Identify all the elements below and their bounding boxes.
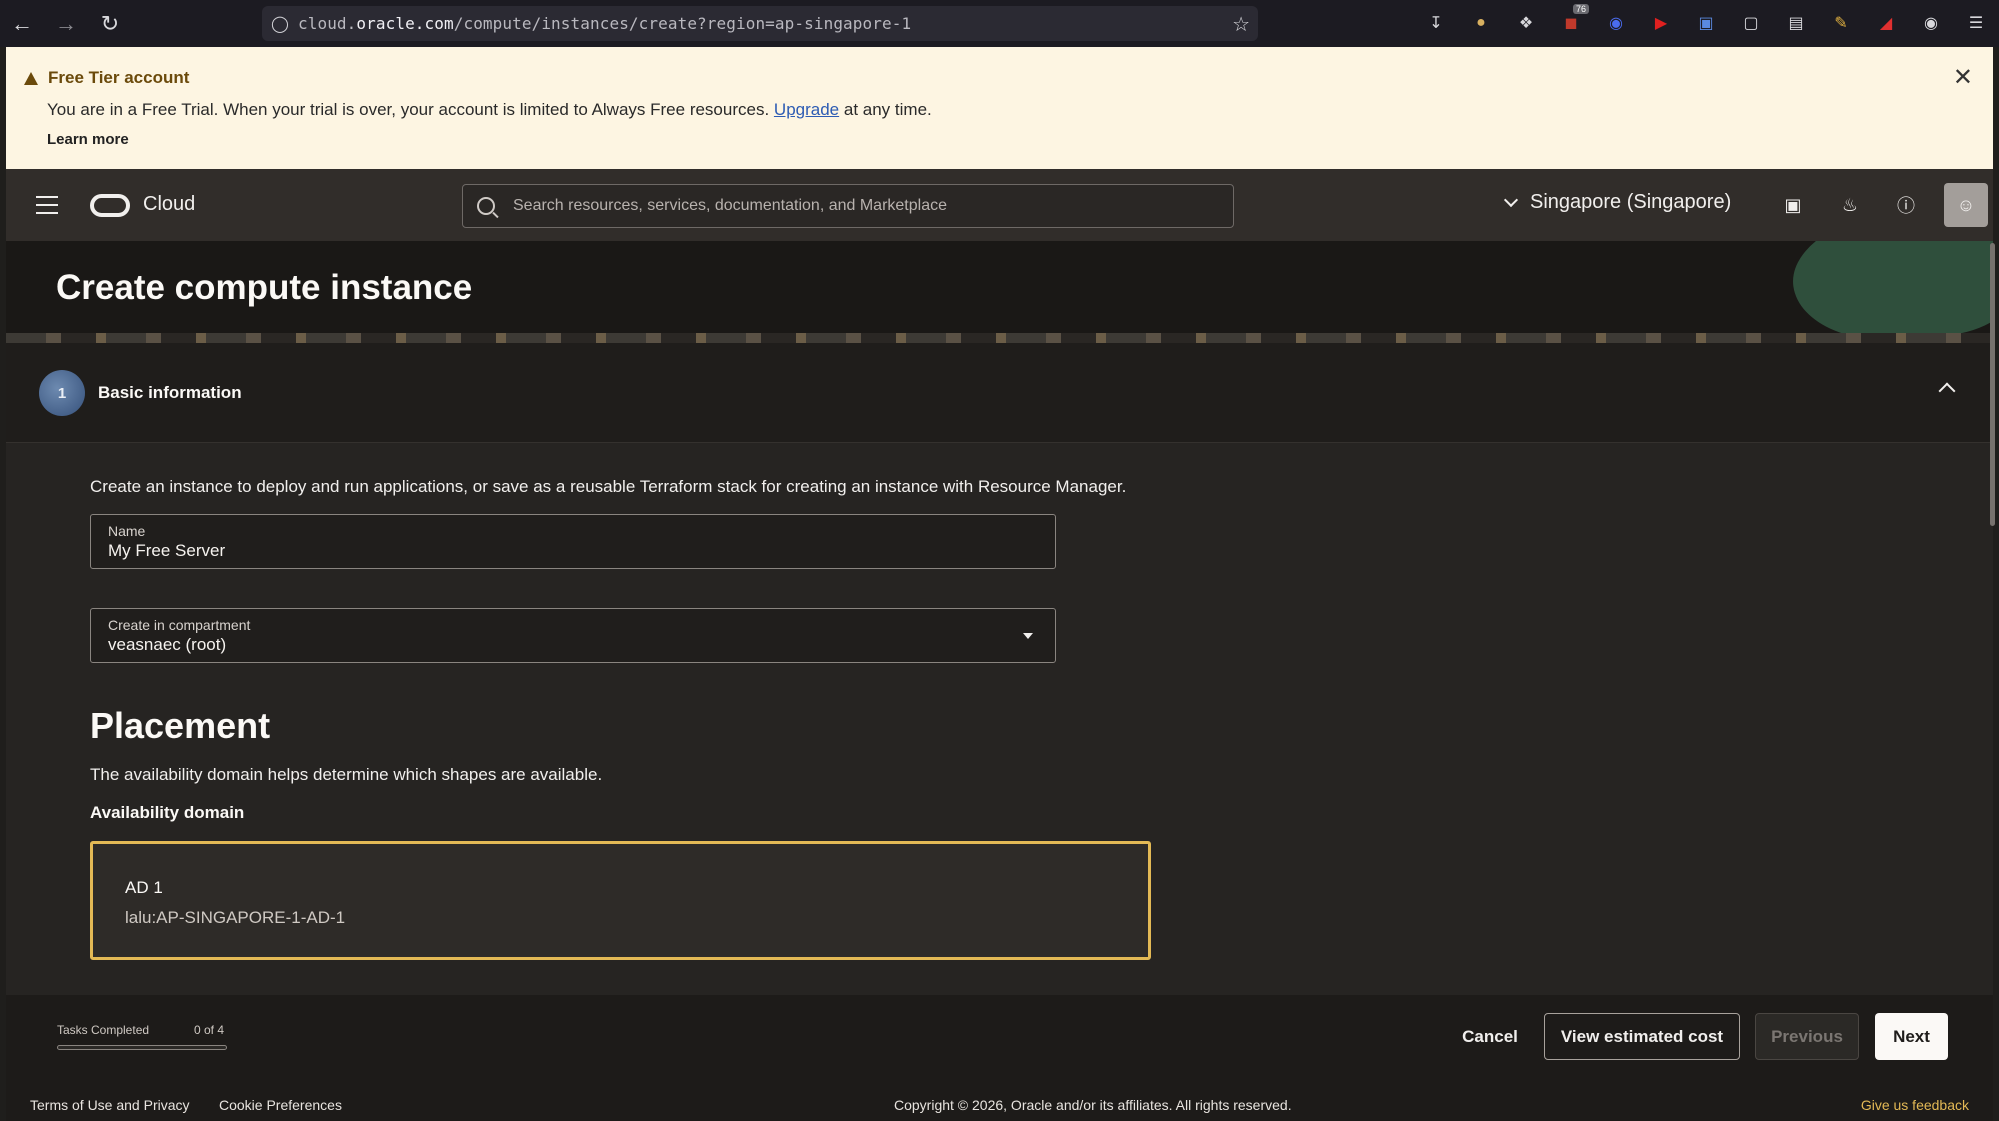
console-header: Cloud Singapore (Singapore) ▣ ♨ ⓘ ☺: [6, 169, 1993, 241]
ext-badge-count: 76: [1572, 4, 1589, 14]
back-icon[interactable]: ←: [0, 0, 44, 47]
warning-icon: [24, 71, 38, 85]
free-tier-banner: Free Tier account You are in a Free Tria…: [6, 47, 1993, 169]
download-icon[interactable]: ↧: [1421, 8, 1451, 38]
banner-text-after: at any time.: [843, 100, 932, 119]
puzzle-icon[interactable]: ❖: [1511, 8, 1541, 38]
decorative-leaf: [1785, 241, 1993, 343]
tasks-progress-bar: [57, 1045, 227, 1050]
placement-heading: Placement: [90, 705, 271, 746]
placement-description: The availability domain helps determine …: [90, 765, 603, 784]
page-scrollbar[interactable]: [1990, 243, 1995, 526]
availability-domain-card[interactable]: AD 1 lalu:AP-SINGAPORE-1-AD-1: [90, 841, 1151, 960]
menu-icon[interactable]: ☰: [1961, 8, 1991, 38]
basic-information-content: Create an instance to deploy and run app…: [6, 443, 1993, 995]
bell-icon[interactable]: ♨: [1836, 191, 1864, 219]
name-label: Name: [108, 523, 146, 539]
shield-icon[interactable]: ◯: [262, 6, 298, 41]
terms-link[interactable]: Terms of Use and Privacy: [30, 1097, 190, 1113]
availability-domain-label: Availability domain: [90, 803, 245, 822]
region-label: Singapore (Singapore): [1530, 191, 1732, 213]
chevron-up-icon[interactable]: [1938, 382, 1956, 400]
upgrade-link[interactable]: Upgrade: [774, 100, 839, 119]
step-badge: 1: [39, 370, 85, 416]
banner-message: You are in a Free Trial. When your trial…: [47, 100, 932, 120]
decorative-pattern: [6, 333, 1993, 343]
forward-icon[interactable]: →: [44, 0, 88, 47]
learn-more-link[interactable]: Learn more: [47, 131, 129, 148]
banner-text-before: You are in a Free Trial. When your trial…: [47, 100, 770, 119]
extension-pen-icon[interactable]: ✎: [1826, 8, 1856, 38]
cookie-preferences-link[interactable]: Cookie Preferences: [219, 1097, 342, 1113]
ad-id: lalu:AP-SINGAPORE-1-AD-1: [125, 908, 346, 927]
ublock-icon[interactable]: ◼ 76: [1556, 4, 1589, 38]
extension-orb-icon[interactable]: ●: [1466, 8, 1496, 38]
name-input[interactable]: My Free Server: [108, 541, 225, 561]
cancel-button[interactable]: Cancel: [1446, 1013, 1534, 1060]
oracle-logo-icon[interactable]: [90, 194, 130, 217]
page-title: Create compute instance: [56, 268, 473, 307]
wizard-action-bar: Tasks Completed 0 of 4 Cancel View estim…: [6, 995, 1993, 1087]
region-selector[interactable]: Singapore (Singapore): [1503, 191, 1732, 214]
compartment-label: Create in compartment: [108, 617, 251, 633]
section-description: Create an instance to deploy and run app…: [90, 477, 1127, 496]
brand-label[interactable]: Cloud: [143, 193, 195, 216]
search-icon: [477, 197, 495, 215]
address-bar[interactable]: ◯ cloud.oracle.com/compute/instances/cre…: [262, 6, 1258, 41]
url-text: cloud.oracle.com/compute/instances/creat…: [298, 14, 912, 33]
next-button[interactable]: Next: [1875, 1013, 1948, 1060]
bookmark-star-icon[interactable]: ☆: [1232, 12, 1250, 37]
extensions-row: ↧ ● ❖ ◼ 76 ◉ ▶ ▣ ▢ ▤ ✎ ◢ ◉ ☰: [1421, 4, 1991, 38]
basic-information-header[interactable]: 1 Basic information: [6, 343, 1993, 443]
youtube-icon[interactable]: ▶: [1646, 8, 1676, 38]
tasks-completed-label: Tasks Completed: [57, 1023, 150, 1037]
help-icon[interactable]: ⓘ: [1892, 191, 1920, 219]
banner-title-text: Free Tier account: [48, 68, 190, 87]
reload-icon[interactable]: ↻: [88, 0, 132, 47]
view-estimated-cost-button[interactable]: View estimated cost: [1544, 1013, 1740, 1060]
container-icon[interactable]: ▢: [1736, 8, 1766, 38]
ad-name: AD 1: [125, 878, 163, 897]
compartment-select[interactable]: Create in compartment veasnaec (root): [90, 608, 1056, 663]
page-title-band: Create compute instance: [6, 241, 1993, 343]
hamburger-menu-icon[interactable]: [36, 196, 58, 214]
previous-button[interactable]: Previous: [1755, 1013, 1859, 1060]
banner-title: Free Tier account: [24, 68, 189, 88]
dropdown-caret-icon[interactable]: [1023, 633, 1033, 639]
tasks-completed-count: 0 of 4: [194, 1023, 225, 1037]
browser-toolbar: ← → ↻ ◯ cloud.oracle.com/compute/instanc…: [0, 0, 1999, 47]
avatar[interactable]: ☺: [1944, 183, 1988, 227]
search-box[interactable]: [462, 184, 1234, 228]
cloud-shell-icon[interactable]: ▣: [1779, 191, 1807, 219]
search-input[interactable]: [513, 197, 1213, 215]
copyright-text: Copyright © 2026, Oracle and/or its affi…: [894, 1097, 1292, 1113]
extension-blue-icon[interactable]: ◉: [1601, 8, 1631, 38]
extension-shield-icon[interactable]: ▣: [1691, 8, 1721, 38]
close-icon[interactable]: ✕: [1953, 63, 1973, 92]
name-field[interactable]: Name My Free Server: [90, 514, 1056, 569]
section-label: Basic information: [98, 383, 242, 402]
extension-red-icon[interactable]: ◢: [1871, 8, 1901, 38]
feedback-link[interactable]: Give us feedback: [1861, 1097, 1969, 1113]
sidebar-icon[interactable]: ▤: [1781, 8, 1811, 38]
page-footer: Terms of Use and Privacy Cookie Preferen…: [6, 1087, 1993, 1121]
chevron-down-icon: [1503, 192, 1519, 207]
compartment-value: veasnaec (root): [108, 635, 227, 654]
screenshot-icon[interactable]: ◉: [1916, 8, 1946, 38]
